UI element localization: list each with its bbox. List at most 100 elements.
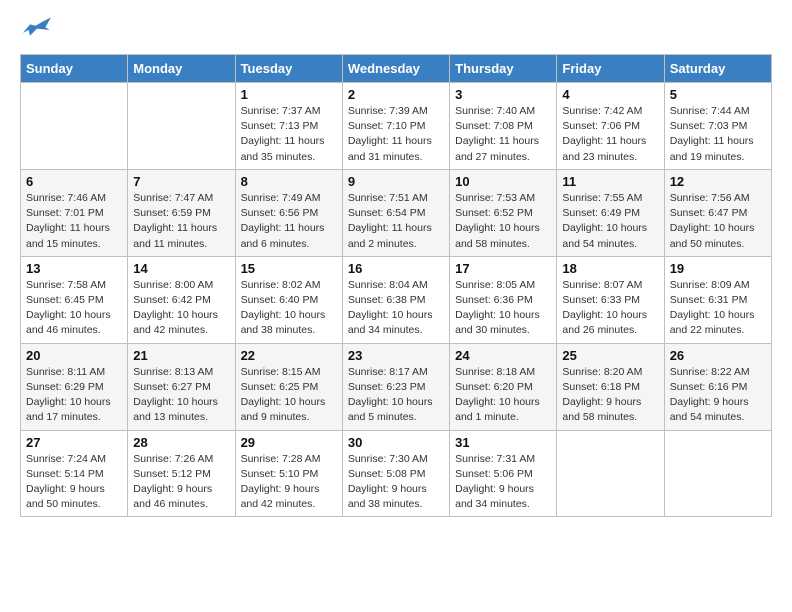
calendar-cell: 25 Sunrise: 8:20 AM Sunset: 6:18 PM Dayli… <box>557 343 664 430</box>
cell-day-number: 18 <box>562 261 658 276</box>
cell-info-text: Sunrise: 7:40 AM Sunset: 7:08 PM Dayligh… <box>455 104 551 165</box>
cell-info-text: Sunrise: 8:18 AM Sunset: 6:20 PM Dayligh… <box>455 365 551 426</box>
cell-info-text: Sunrise: 8:02 AM Sunset: 6:40 PM Dayligh… <box>241 278 337 339</box>
cell-day-number: 12 <box>670 174 766 189</box>
cell-info-text: Sunrise: 7:51 AM Sunset: 6:54 PM Dayligh… <box>348 191 444 252</box>
calendar-cell: 13 Sunrise: 7:58 AM Sunset: 6:45 PM Dayli… <box>21 256 128 343</box>
cell-info-text: Sunrise: 7:49 AM Sunset: 6:56 PM Dayligh… <box>241 191 337 252</box>
cell-info-text: Sunrise: 8:22 AM Sunset: 6:16 PM Dayligh… <box>670 365 766 426</box>
calendar-cell: 30 Sunrise: 7:30 AM Sunset: 5:08 PM Dayli… <box>342 430 449 517</box>
cell-day-number: 8 <box>241 174 337 189</box>
calendar-cell: 22 Sunrise: 8:15 AM Sunset: 6:25 PM Dayli… <box>235 343 342 430</box>
cell-day-number: 15 <box>241 261 337 276</box>
calendar-cell: 9 Sunrise: 7:51 AM Sunset: 6:54 PM Daylig… <box>342 169 449 256</box>
calendar-cell: 17Sunrise: 8:05 AM Sunset: 6:36 PM Dayli… <box>450 256 557 343</box>
cell-day-number: 4 <box>562 87 658 102</box>
calendar-cell: 20 Sunrise: 8:11 AM Sunset: 6:29 PM Dayli… <box>21 343 128 430</box>
cell-info-text: Sunrise: 8:07 AM Sunset: 6:33 PM Dayligh… <box>562 278 658 339</box>
cell-day-number: 24 <box>455 348 551 363</box>
cell-day-number: 11 <box>562 174 658 189</box>
calendar-cell: 23 Sunrise: 8:17 AM Sunset: 6:23 PM Dayli… <box>342 343 449 430</box>
cell-info-text: Sunrise: 8:20 AM Sunset: 6:18 PM Dayligh… <box>562 365 658 426</box>
cell-day-number: 19 <box>670 261 766 276</box>
calendar-cell: 14 Sunrise: 8:00 AM Sunset: 6:42 PM Dayli… <box>128 256 235 343</box>
calendar-cell: 2Sunrise: 7:39 AM Sunset: 7:10 PM Daylig… <box>342 83 449 170</box>
calendar-cell: 26Sunrise: 8:22 AM Sunset: 6:16 PM Dayli… <box>664 343 771 430</box>
cell-info-text: Sunrise: 7:58 AM Sunset: 6:45 PM Dayligh… <box>26 278 122 339</box>
calendar-cell: 27 Sunrise: 7:24 AM Sunset: 5:14 PM Dayli… <box>21 430 128 517</box>
cell-info-text: Sunrise: 7:42 AM Sunset: 7:06 PM Dayligh… <box>562 104 658 165</box>
cell-info-text: Sunrise: 7:39 AM Sunset: 7:10 PM Dayligh… <box>348 104 444 165</box>
week-row-5: 27 Sunrise: 7:24 AM Sunset: 5:14 PM Dayli… <box>21 430 772 517</box>
cell-info-text: Sunrise: 7:55 AM Sunset: 6:49 PM Dayligh… <box>562 191 658 252</box>
page-header <box>20 16 772 44</box>
cell-day-number: 27 <box>26 435 122 450</box>
week-row-2: 6Sunrise: 7:46 AM Sunset: 7:01 PM Daylig… <box>21 169 772 256</box>
logo <box>20 16 51 44</box>
week-row-4: 20 Sunrise: 8:11 AM Sunset: 6:29 PM Dayli… <box>21 343 772 430</box>
calendar-cell: 6Sunrise: 7:46 AM Sunset: 7:01 PM Daylig… <box>21 169 128 256</box>
cell-info-text: Sunrise: 7:56 AM Sunset: 6:47 PM Dayligh… <box>670 191 766 252</box>
week-row-3: 13 Sunrise: 7:58 AM Sunset: 6:45 PM Dayli… <box>21 256 772 343</box>
calendar-cell: 8 Sunrise: 7:49 AM Sunset: 6:56 PM Daylig… <box>235 169 342 256</box>
cell-day-number: 16 <box>348 261 444 276</box>
weekday-header-row: SundayMondayTuesdayWednesdayThursdayFrid… <box>21 55 772 83</box>
cell-info-text: Sunrise: 7:30 AM Sunset: 5:08 PM Dayligh… <box>348 452 444 513</box>
cell-day-number: 22 <box>241 348 337 363</box>
calendar-cell: 18 Sunrise: 8:07 AM Sunset: 6:33 PM Dayli… <box>557 256 664 343</box>
calendar-cell: 12 Sunrise: 7:56 AM Sunset: 6:47 PM Dayli… <box>664 169 771 256</box>
cell-day-number: 5 <box>670 87 766 102</box>
cell-info-text: Sunrise: 8:11 AM Sunset: 6:29 PM Dayligh… <box>26 365 122 426</box>
cell-info-text: Sunrise: 8:04 AM Sunset: 6:38 PM Dayligh… <box>348 278 444 339</box>
calendar-cell: 7Sunrise: 7:47 AM Sunset: 6:59 PM Daylig… <box>128 169 235 256</box>
calendar-cell: 21 Sunrise: 8:13 AM Sunset: 6:27 PM Dayli… <box>128 343 235 430</box>
cell-info-text: Sunrise: 7:37 AM Sunset: 7:13 PM Dayligh… <box>241 104 337 165</box>
calendar-cell: 29Sunrise: 7:28 AM Sunset: 5:10 PM Dayli… <box>235 430 342 517</box>
calendar-cell <box>664 430 771 517</box>
cell-day-number: 20 <box>26 348 122 363</box>
cell-info-text: Sunrise: 8:00 AM Sunset: 6:42 PM Dayligh… <box>133 278 229 339</box>
calendar-cell: 10 Sunrise: 7:53 AM Sunset: 6:52 PM Dayli… <box>450 169 557 256</box>
calendar-cell <box>21 83 128 170</box>
cell-info-text: Sunrise: 7:26 AM Sunset: 5:12 PM Dayligh… <box>133 452 229 513</box>
calendar-cell: 3 Sunrise: 7:40 AM Sunset: 7:08 PM Daylig… <box>450 83 557 170</box>
calendar-cell: 31Sunrise: 7:31 AM Sunset: 5:06 PM Dayli… <box>450 430 557 517</box>
calendar-cell: 15 Sunrise: 8:02 AM Sunset: 6:40 PM Dayli… <box>235 256 342 343</box>
cell-day-number: 3 <box>455 87 551 102</box>
weekday-header-sunday: Sunday <box>21 55 128 83</box>
logo-icon <box>23 16 51 44</box>
cell-day-number: 17 <box>455 261 551 276</box>
calendar-cell: 11 Sunrise: 7:55 AM Sunset: 6:49 PM Dayli… <box>557 169 664 256</box>
cell-day-number: 23 <box>348 348 444 363</box>
calendar-cell: 1 Sunrise: 7:37 AM Sunset: 7:13 PM Daylig… <box>235 83 342 170</box>
cell-info-text: Sunrise: 7:28 AM Sunset: 5:10 PM Dayligh… <box>241 452 337 513</box>
cell-info-text: Sunrise: 7:46 AM Sunset: 7:01 PM Dayligh… <box>26 191 122 252</box>
cell-day-number: 7 <box>133 174 229 189</box>
cell-info-text: Sunrise: 8:13 AM Sunset: 6:27 PM Dayligh… <box>133 365 229 426</box>
cell-info-text: Sunrise: 8:15 AM Sunset: 6:25 PM Dayligh… <box>241 365 337 426</box>
weekday-header-tuesday: Tuesday <box>235 55 342 83</box>
cell-day-number: 13 <box>26 261 122 276</box>
calendar-cell: 28Sunrise: 7:26 AM Sunset: 5:12 PM Dayli… <box>128 430 235 517</box>
cell-info-text: Sunrise: 7:53 AM Sunset: 6:52 PM Dayligh… <box>455 191 551 252</box>
weekday-header-wednesday: Wednesday <box>342 55 449 83</box>
cell-day-number: 25 <box>562 348 658 363</box>
cell-day-number: 21 <box>133 348 229 363</box>
cell-day-number: 31 <box>455 435 551 450</box>
weekday-header-thursday: Thursday <box>450 55 557 83</box>
cell-day-number: 9 <box>348 174 444 189</box>
cell-info-text: Sunrise: 7:24 AM Sunset: 5:14 PM Dayligh… <box>26 452 122 513</box>
calendar-table: SundayMondayTuesdayWednesdayThursdayFrid… <box>20 54 772 517</box>
calendar-cell: 16 Sunrise: 8:04 AM Sunset: 6:38 PM Dayli… <box>342 256 449 343</box>
calendar-cell <box>557 430 664 517</box>
cell-info-text: Sunrise: 8:09 AM Sunset: 6:31 PM Dayligh… <box>670 278 766 339</box>
cell-info-text: Sunrise: 7:44 AM Sunset: 7:03 PM Dayligh… <box>670 104 766 165</box>
cell-day-number: 1 <box>241 87 337 102</box>
weekday-header-friday: Friday <box>557 55 664 83</box>
cell-day-number: 14 <box>133 261 229 276</box>
calendar-cell: 4 Sunrise: 7:42 AM Sunset: 7:06 PM Daylig… <box>557 83 664 170</box>
weekday-header-monday: Monday <box>128 55 235 83</box>
cell-info-text: Sunrise: 8:17 AM Sunset: 6:23 PM Dayligh… <box>348 365 444 426</box>
cell-day-number: 10 <box>455 174 551 189</box>
cell-day-number: 30 <box>348 435 444 450</box>
